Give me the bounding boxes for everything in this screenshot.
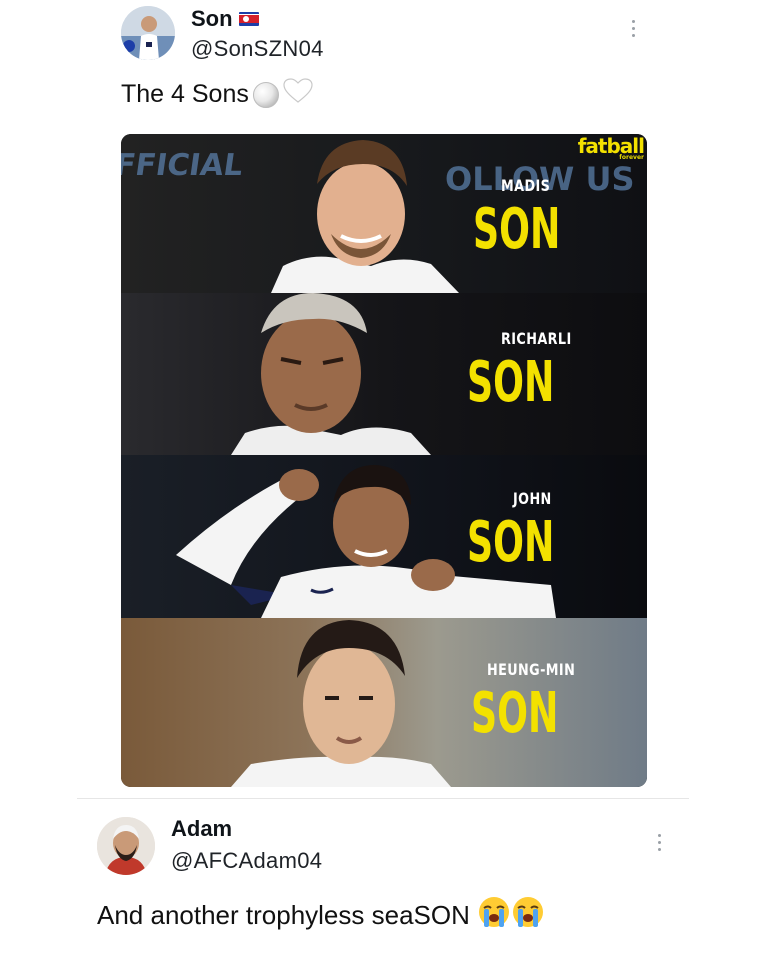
- panel-first-name: JOHN: [513, 489, 552, 508]
- panel-first-name: HEUNG-MIN: [487, 660, 576, 679]
- white-ball-emoji: [252, 81, 279, 108]
- panel-last-name: SON: [473, 197, 561, 262]
- tweet-text: The 4 Sons: [121, 78, 313, 111]
- panel-first-name: MADIS: [501, 176, 551, 195]
- white-heart-emoji: [283, 78, 313, 111]
- author-name[interactable]: Son: [191, 6, 259, 32]
- reply-author-name[interactable]: Adam: [171, 816, 232, 842]
- image-panel-heung-min: HEUNG-MIN SON: [121, 618, 647, 787]
- player-photo-richarlison: [231, 293, 431, 455]
- loudly-crying-face-emoji: [512, 896, 544, 935]
- image-panel-richarlison: RICHARLI SON: [121, 293, 647, 455]
- more-options-icon[interactable]: [630, 20, 636, 41]
- football-logo: fatball forever: [577, 134, 645, 161]
- north-korea-flag-icon: [238, 12, 259, 26]
- panel-last-name: SON: [467, 510, 555, 575]
- author-handle[interactable]: @SonSZN04: [191, 36, 324, 62]
- reply-author-handle[interactable]: @AFCAdam04: [171, 848, 322, 874]
- panel-last-name: SON: [471, 681, 559, 746]
- panel-first-name: RICHARLI: [501, 329, 572, 348]
- reply-more-options-icon[interactable]: [656, 834, 662, 855]
- original-tweet: Son @SonSZN04 The 4 Sons FFICIAL OLLOW U…: [0, 0, 768, 795]
- player-photo-heung-min: [231, 620, 451, 787]
- reply-author-avatar[interactable]: [97, 817, 155, 875]
- image-panel-johnson: JOHN SON: [121, 455, 647, 618]
- author-avatar[interactable]: [121, 6, 175, 60]
- post-divider: [77, 798, 689, 799]
- tweet-image[interactable]: FFICIAL OLLOW US MADIS SON fatball foreve…: [121, 134, 647, 787]
- background-text-official: FFICIAL: [121, 148, 246, 183]
- panel-last-name: SON: [467, 350, 555, 415]
- player-photo-madison: [271, 140, 459, 293]
- reply-tweet: Adam @AFCAdam04 And another trophyless s…: [0, 800, 768, 960]
- image-panel-madison: FFICIAL OLLOW US MADIS SON fatball foreve…: [121, 134, 647, 293]
- loudly-crying-face-emoji: [478, 896, 510, 935]
- reply-text: And another trophyless seaSON: [97, 896, 544, 935]
